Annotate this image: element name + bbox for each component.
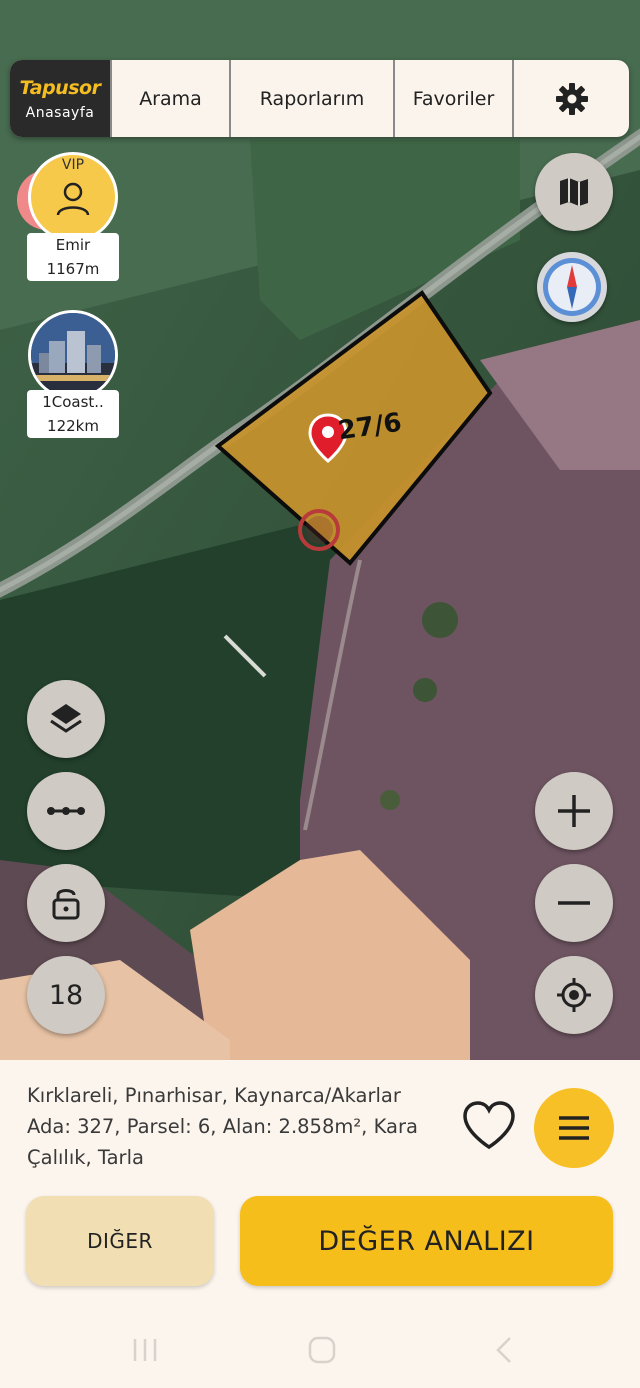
user-icon [56, 182, 90, 216]
compass-icon [543, 258, 601, 316]
recent-apps-icon[interactable] [130, 1335, 160, 1365]
map-type-button[interactable] [535, 153, 613, 231]
user-label[interactable]: Emir 1167m [27, 233, 119, 281]
lock-icon [52, 889, 80, 920]
parcel-info-panel: Kırklareli, Pınarhisar, Kaynarca/Akarlar… [0, 1060, 640, 1388]
plus-icon [558, 795, 590, 827]
home-tab[interactable]: Tapusor Anasayfa [10, 60, 110, 137]
vip-badge: VIP [61, 157, 85, 173]
user-avatar-vip[interactable]: VIP [28, 152, 118, 242]
lock-button[interactable] [27, 864, 105, 942]
home-label: Anasayfa [25, 104, 95, 121]
measure-icon [47, 807, 85, 815]
zoom-out-button[interactable] [535, 864, 613, 942]
user-name: 1Coast.. [42, 393, 104, 411]
user-distance: 122km [47, 417, 99, 435]
favorite-heart-icon[interactable] [461, 1100, 517, 1152]
menu-button[interactable] [534, 1088, 614, 1168]
compass-button[interactable] [537, 252, 607, 322]
back-icon[interactable] [490, 1335, 520, 1365]
settings-button[interactable] [512, 60, 629, 137]
parcel-details: Ada: 327, Parsel: 6, Alan: 2.858m², Kara… [27, 1115, 418, 1169]
tab-search[interactable]: Arama [110, 60, 229, 137]
crosshair-icon [557, 978, 591, 1012]
hamburger-icon [559, 1116, 589, 1140]
measure-button[interactable] [27, 772, 105, 850]
address-line: Kırklareli, Pınarhisar, Kaynarca/Akarlar [27, 1084, 401, 1107]
building-photo [31, 313, 115, 397]
minus-icon [558, 901, 590, 905]
gear-icon [555, 82, 588, 115]
map-icon [560, 178, 588, 206]
parcel-address: Kırklareli, Pınarhisar, Kaynarca/Akarlar… [27, 1080, 447, 1173]
my-location-button[interactable] [535, 956, 613, 1034]
tab-reports[interactable]: Raporlarım [229, 60, 393, 137]
home-icon[interactable] [307, 1335, 337, 1365]
user-name: Emir [55, 236, 91, 254]
user-label[interactable]: 1Coast.. 122km [27, 390, 119, 438]
zoom-level-indicator: 18 [27, 956, 105, 1034]
user-avatar-building[interactable] [28, 310, 118, 400]
layers-icon [50, 704, 82, 733]
other-button[interactable]: DIĞER [26, 1196, 214, 1286]
zoom-in-button[interactable] [535, 772, 613, 850]
value-analysis-button[interactable]: DEĞER ANALIZI [240, 1196, 613, 1286]
layers-button[interactable] [27, 680, 105, 758]
user-distance: 1167m [46, 260, 100, 278]
satellite-map[interactable]: 27/6 VIP Emir 1167m 1Coast.. 122km 18 [0, 0, 640, 1060]
top-navigation: Tapusor Anasayfa Arama Raporlarım Favori… [10, 60, 629, 137]
app-logo: Tapusor [19, 76, 101, 99]
tab-favorites[interactable]: Favoriler [393, 60, 512, 137]
system-navigation-bar [0, 1320, 640, 1380]
